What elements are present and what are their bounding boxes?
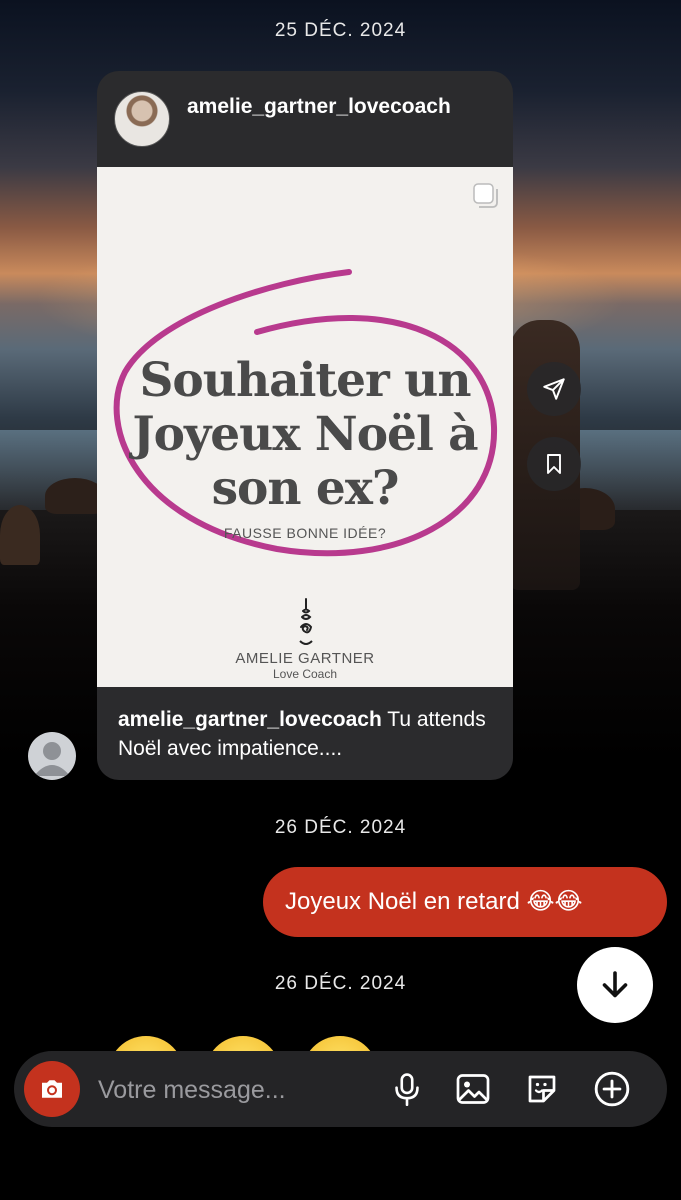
sender-avatar[interactable] [28,732,76,780]
camera-button[interactable] [24,1061,80,1117]
voice-message-button[interactable] [387,1069,427,1109]
sticker-button[interactable] [522,1069,562,1109]
image-icon [456,1074,490,1104]
caption-username: amelie_gartner_lovecoach [118,708,382,731]
default-avatar-icon [34,742,70,776]
paper-plane-icon [543,378,565,400]
message-composer [14,1051,667,1127]
share-post-button[interactable] [527,362,581,416]
post-header[interactable]: amelie_gartner_lovecoach [97,71,513,167]
post-caption[interactable]: amelie_gartner_lovecoach Tu attends Noël… [118,705,498,763]
microphone-icon [395,1073,419,1106]
brand-logo-icon [299,598,313,645]
save-post-button[interactable] [527,437,581,491]
plus-circle-icon [594,1071,630,1107]
wallpaper-rock [0,505,40,565]
brand-subtitle: Love Coach [272,667,338,681]
post-author-avatar[interactable] [114,91,170,147]
post-image[interactable]: Souhaiter un Joyeux Noël à son ex? FAUSS… [97,167,513,687]
date-separator: 25 DÉC. 2024 [274,20,407,41]
date-separator: 26 DÉC. 2024 [274,817,407,838]
bookmark-icon [547,454,561,474]
brand-name: AMELIE GARTNER [235,650,375,667]
arrow-down-icon [602,971,628,998]
more-options-button[interactable] [592,1069,632,1109]
camera-icon [42,1080,62,1098]
sticker-icon [528,1075,556,1103]
post-headline: Souhaiter un Joyeux Noël à son ex? [132,353,478,516]
outgoing-message-bubble[interactable]: Joyeux Noël en retard 😂😂 [263,867,667,937]
shared-post-card[interactable]: amelie_gartner_lovecoach Souhaiter un Jo… [97,71,513,780]
wallpaper-rock [45,478,105,514]
post-subline: FAUSSE BONNE IDÉE? [223,525,387,541]
gallery-button[interactable] [453,1069,493,1109]
post-author-username[interactable]: amelie_gartner_lovecoach [187,93,497,121]
scroll-to-bottom-button[interactable] [577,947,653,1023]
message-input[interactable] [96,1069,380,1111]
